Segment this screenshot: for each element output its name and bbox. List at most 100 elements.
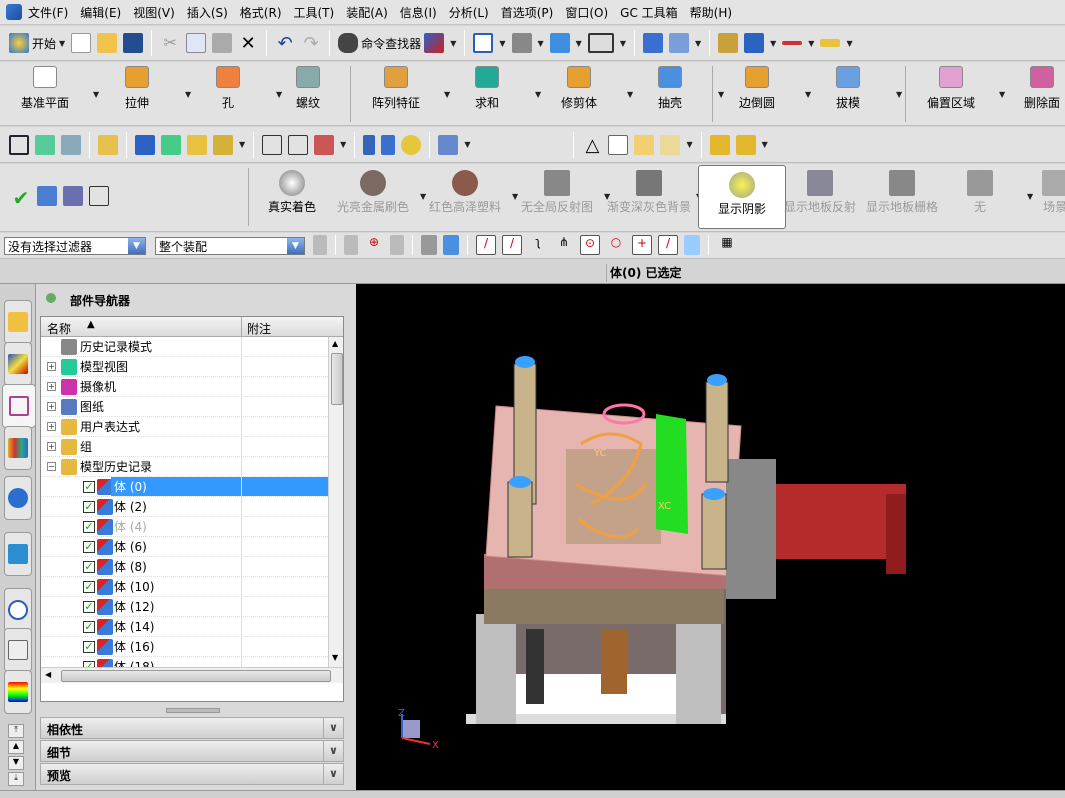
table-icon[interactable] [608,134,629,155]
feature-button[interactable]: 抽壳 [627,62,713,111]
assembly-icon[interactable] [9,134,29,155]
grid-icon[interactable] [634,134,655,155]
feature-button[interactable]: 拔模 [805,62,891,111]
feature-button[interactable]: 阵列特征 [353,62,439,111]
menu-item[interactable]: 首选项(P) [501,4,554,21]
checkbox[interactable]: ✓ [83,481,95,493]
mate-icon[interactable] [161,134,181,155]
point-on-surface-icon[interactable] [684,235,700,255]
tree-row[interactable]: − 模型历史记录 [41,457,328,477]
feature-button[interactable]: 删除面 [999,62,1065,111]
grid-snap-icon[interactable]: ▦ [717,235,737,255]
existing-point-icon[interactable]: + [632,235,652,255]
render-style-icon[interactable] [511,33,532,53]
command-finder-button[interactable]: 命令查找器 [361,35,421,52]
scroll-up-icon[interactable]: ▲ [8,740,24,754]
checkbox[interactable]: ✓ [83,501,95,513]
expand-icon[interactable]: + [47,382,56,391]
checkbox[interactable]: ✓ [83,621,95,633]
checkbox[interactable]: ✓ [83,521,95,533]
column-name[interactable]: 名称 [47,320,71,337]
menu-item[interactable]: 插入(S) [187,4,228,21]
tree-row[interactable]: ✓ 体 (10) [41,577,328,597]
collapsible-panel[interactable]: 细节 ∨ [40,740,344,762]
open-icon[interactable] [97,33,118,53]
chevron-down-icon[interactable]: ▼ [287,238,304,254]
snap-icon[interactable] [744,33,765,53]
menu-item[interactable]: 编辑(E) [80,4,121,21]
dropdown-arrow-icon[interactable]: ▼ [896,90,902,99]
feature-button[interactable]: 修剪体 [536,62,622,111]
endpoint-icon[interactable]: / [476,235,496,255]
component-icon[interactable] [709,134,730,155]
save-icon[interactable] [123,33,144,53]
scroll-top-icon[interactable]: ⤒ [8,724,24,738]
tab-clock[interactable] [4,588,32,632]
checkbox[interactable]: ✓ [83,541,95,553]
chevron-down-icon[interactable]: ▼ [128,238,145,254]
expand-icon[interactable]: + [47,362,56,371]
intersection-icon[interactable]: ⋔ [554,235,574,255]
expand-icon[interactable]: + [47,442,56,451]
control-point-icon[interactable]: ʅ [528,235,548,255]
curve-icon[interactable] [262,134,283,155]
ring-icon[interactable] [401,134,422,155]
feature-button[interactable]: 拉伸 [94,62,180,111]
horizontal-scrollbar[interactable]: ◀ [41,667,343,683]
menu-item[interactable]: 窗口(O) [565,4,608,21]
render-option[interactable]: 真实着色 [248,164,336,228]
feature-button[interactable]: 求和 [444,62,530,111]
collapsible-panel[interactable]: 预览 ∨ [40,763,344,785]
scrollbar-thumb[interactable] [331,353,343,405]
tree-row[interactable]: ✓ 体 (2) [41,497,328,517]
tab-web-browser[interactable] [4,476,32,520]
scroll-up-arrow-icon[interactable]: ▲ [332,339,338,348]
feature-button[interactable]: 孔 [185,62,271,111]
chevron-down-icon[interactable]: ∨ [323,741,343,761]
tree-row[interactable]: ✓ 体 (18) [41,657,328,667]
filter-icon[interactable] [344,235,358,255]
tree-row[interactable]: ✓ 体 (4) [41,517,328,537]
menu-item[interactable]: 格式(R) [240,4,282,21]
chevron-down-icon[interactable]: ∨ [323,764,343,784]
render-option[interactable]: 场景 [1011,164,1065,228]
cylinder-icon[interactable] [363,134,376,155]
tree-row[interactable]: ✓ 体 (14) [41,617,328,637]
tree-row[interactable]: ✓ 体 (8) [41,557,328,577]
scroll-down-icon[interactable]: ▼ [8,756,24,770]
tree-row[interactable]: 历史记录模式 [41,337,328,357]
midpoint-icon[interactable]: / [502,235,522,255]
point-on-curve-icon[interactable]: / [658,235,678,255]
cut-icon[interactable]: ✂ [160,33,180,53]
render-option[interactable]: 渐变深灰色背景 [605,164,693,228]
layer-settings-icon[interactable] [61,134,81,155]
render-option[interactable]: 无全局反射图 [513,164,601,228]
section-icon[interactable] [642,33,663,53]
selection-icon[interactable] [424,33,445,53]
vertical-scrollbar[interactable]: ▲ ▼ [328,337,343,667]
move-icon[interactable] [668,33,689,53]
menu-item[interactable]: GC 工具箱 [620,4,678,21]
scroll-bottom-icon[interactable]: ⤓ [8,772,24,786]
menu-item[interactable]: 文件(F) [28,4,68,21]
view-select-icon[interactable] [421,235,437,255]
collapsible-panel[interactable]: 相依性 ∨ [40,717,344,739]
expand-icon[interactable]: + [47,402,56,411]
tree-row[interactable]: ✓ 体 (16) [41,637,328,657]
pattern-icon[interactable] [660,134,681,155]
text-icon[interactable] [213,134,233,155]
feature-button[interactable]: 边倒圆 [714,62,800,111]
tool-icon[interactable] [314,134,335,155]
tree-row[interactable]: ✓ 体 (12) [41,597,328,617]
checkbox[interactable]: ✓ [83,581,95,593]
selection-filter-dropdown[interactable]: 没有选择过滤器 ▼ [4,237,146,255]
component-filter-icon[interactable] [313,235,327,255]
snap-settings-icon[interactable] [390,235,404,255]
arc-center-icon[interactable]: ⊙ [580,235,600,255]
align-icon[interactable] [187,134,207,155]
sort-ascending-icon[interactable]: ▲ [87,319,95,330]
checkbox[interactable]: ✓ [83,561,95,573]
splitter-handle[interactable] [166,708,220,713]
tree-row[interactable]: + 图纸 [41,397,328,417]
add-component-icon[interactable] [735,134,756,155]
